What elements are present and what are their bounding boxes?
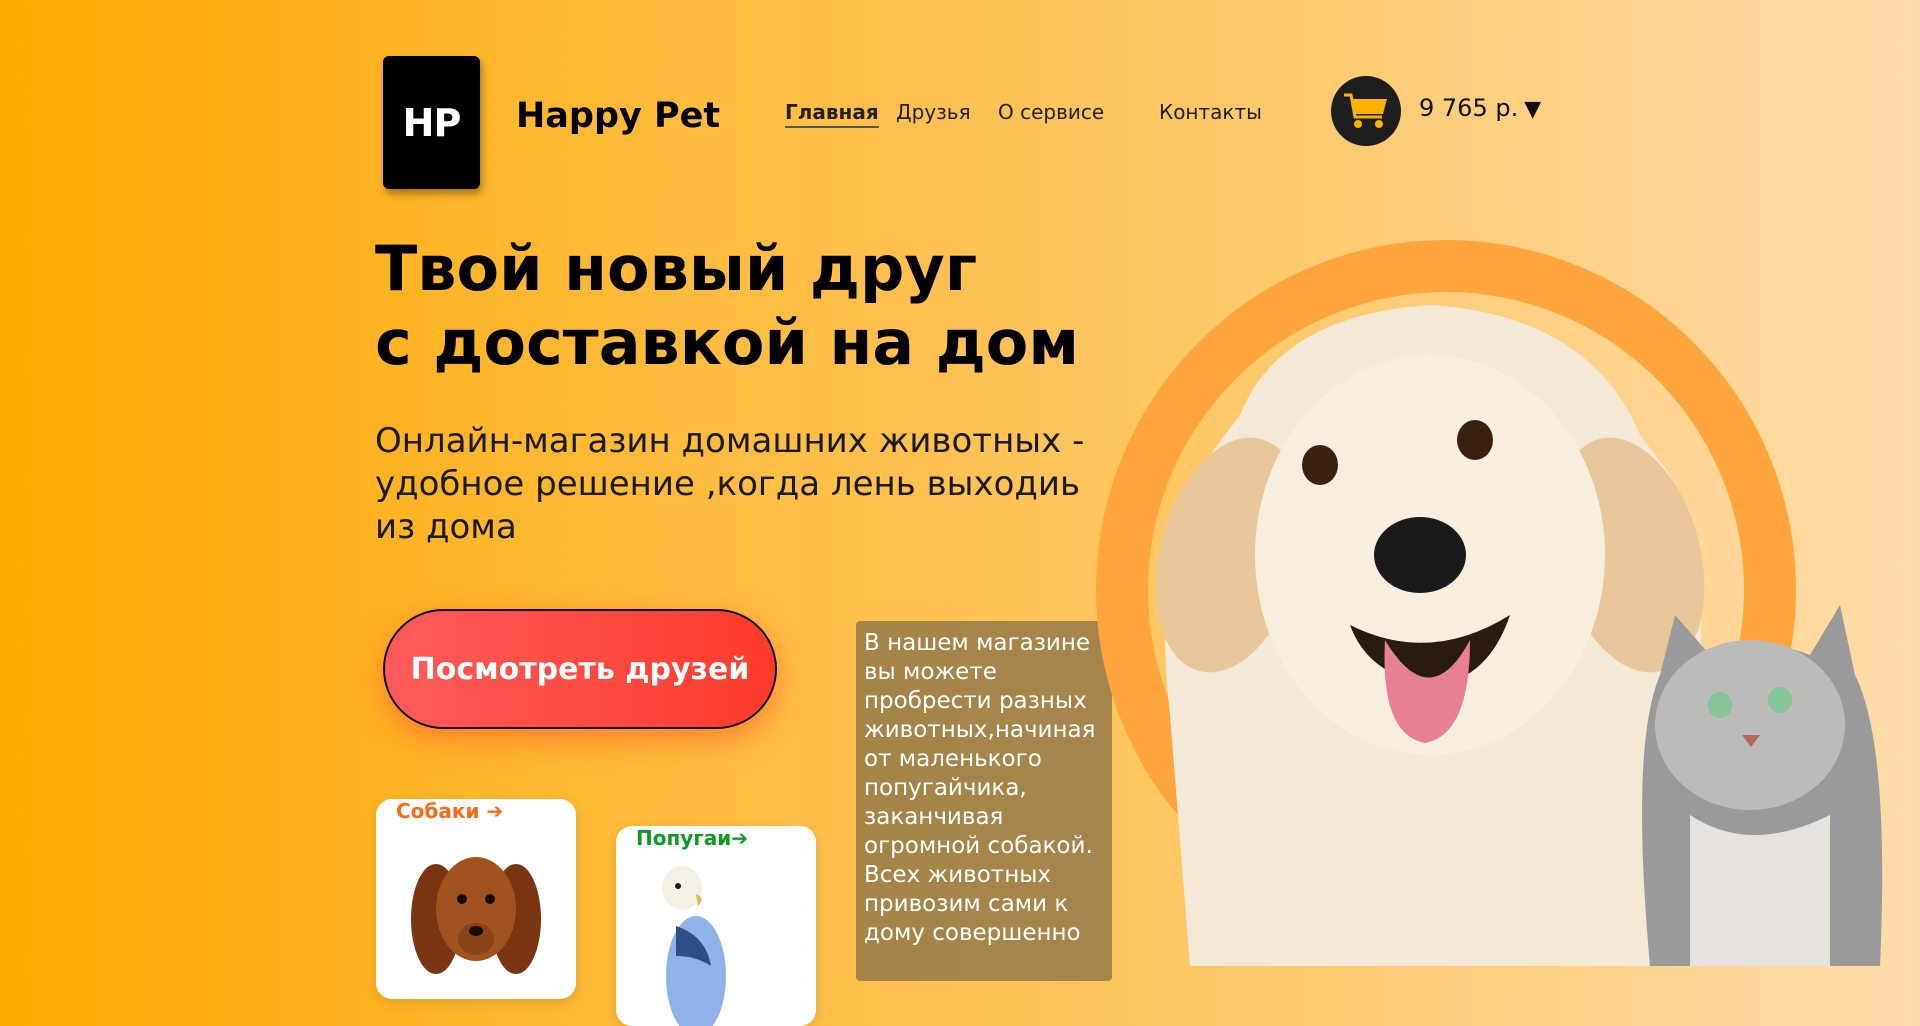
golden-retriever-image bbox=[1155, 305, 1705, 966]
logo[interactable]: HP bbox=[383, 56, 480, 189]
logo-text: HP bbox=[402, 100, 462, 145]
cart-total[interactable]: 9 765 р. ▼ bbox=[1419, 94, 1541, 122]
hero-title-line-2: с доставкой на дом bbox=[375, 306, 1080, 379]
chevron-down-icon: ▼ bbox=[1524, 97, 1542, 122]
brand-name[interactable]: Happy Pet bbox=[516, 96, 720, 136]
info-panel: В нашем магазине вы можете пробрести раз… bbox=[856, 621, 1112, 981]
hero-title: Твой новый друг с доставкой на дом bbox=[375, 232, 1135, 380]
dachshund-photo bbox=[411, 857, 541, 974]
category-label-parrots[interactable]: Попугаи➔ bbox=[636, 826, 748, 850]
cart-total-value: 9 765 р. bbox=[1419, 94, 1519, 122]
view-friends-button[interactable]: Посмотреть друзей bbox=[383, 609, 777, 729]
hero-lead: Онлайн-магазин домашних животных - удобн… bbox=[375, 421, 1085, 547]
nav-item-friends[interactable]: Друзья bbox=[896, 100, 971, 124]
cart-button[interactable] bbox=[1331, 76, 1401, 146]
hero-pets-photo bbox=[1155, 305, 1883, 966]
hero-title-line-1: Твой новый друг bbox=[375, 232, 978, 305]
grey-cat-image bbox=[1642, 605, 1883, 966]
nav-item-about[interactable]: О сервисе bbox=[998, 100, 1104, 124]
cart-icon bbox=[1344, 93, 1387, 128]
category-card-dogs[interactable]: Собаки ➔ bbox=[376, 799, 576, 999]
budgie-photo bbox=[662, 866, 726, 1026]
category-label-dogs[interactable]: Собаки ➔ bbox=[396, 799, 503, 823]
nav-item-contacts[interactable]: Контакты bbox=[1159, 100, 1262, 124]
nav-item-home[interactable]: Главная bbox=[785, 100, 879, 128]
category-card-parrots[interactable]: Попугаи➔ bbox=[616, 826, 816, 1026]
